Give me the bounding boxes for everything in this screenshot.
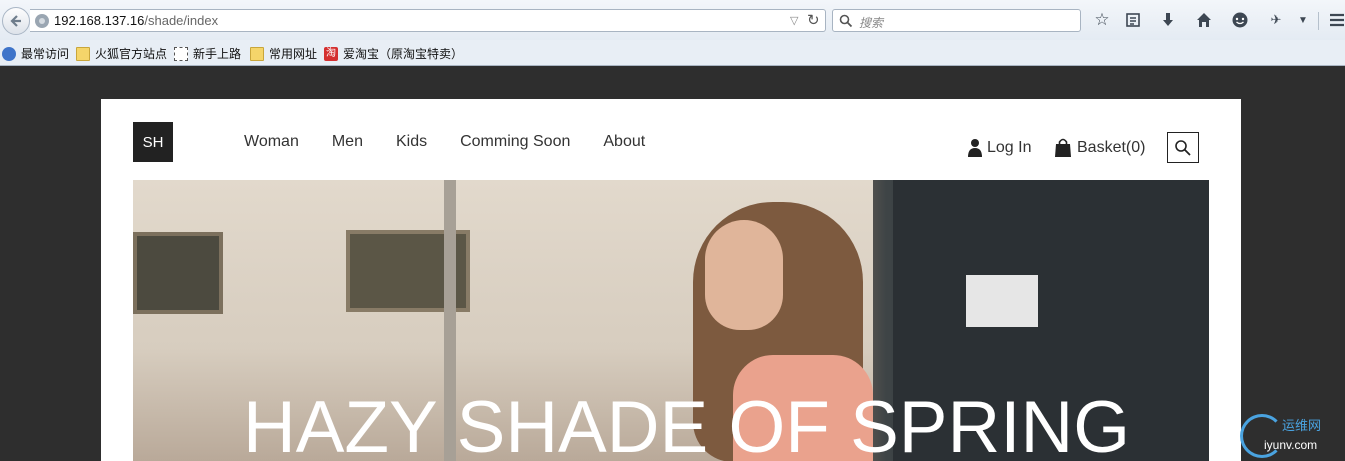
menu-icon[interactable] [1327, 10, 1345, 30]
folder-icon [250, 46, 264, 61]
extension-dropdown-icon[interactable]: ▼ [1293, 10, 1313, 30]
nav-about[interactable]: About [603, 133, 645, 151]
globe-icon [2, 46, 16, 61]
search-icon [1175, 139, 1191, 156]
download-icon[interactable] [1158, 10, 1178, 30]
page-container: SH Woman Men Kids Comming Soon About Log… [101, 99, 1241, 461]
url-path: /shade/index [144, 13, 219, 28]
hero-title: HAZY SHADE OF SPRING [243, 387, 1130, 461]
bookmark-label: 新手上路 [193, 47, 242, 61]
hero-window-left [133, 232, 223, 314]
basket-link[interactable]: Basket(0) [1054, 138, 1145, 157]
search-icon [839, 14, 853, 28]
folder-icon [76, 46, 90, 61]
main-nav: Woman Men Kids Comming Soon About [244, 133, 645, 151]
shopping-bag-icon [1055, 138, 1071, 157]
hero-sign [966, 275, 1038, 327]
chat-icon[interactable] [1230, 10, 1250, 30]
bookmark-label: 火狐官方站点 [95, 47, 168, 61]
login-label: Log In [987, 138, 1032, 156]
user-icon [968, 139, 982, 157]
basket-label: Basket(0) [1077, 138, 1146, 156]
login-link[interactable]: Log In [968, 138, 1031, 157]
hero-banner: HAZY SHADE OF SPRING [133, 180, 1209, 461]
extension-icon[interactable]: ✈ [1266, 10, 1286, 30]
site-identity-icon[interactable] [35, 14, 49, 28]
url-text[interactable]: 192.168.137.16/shade/index [54, 13, 218, 28]
reading-list-icon[interactable] [1123, 10, 1143, 30]
reload-icon[interactable]: ↻ [807, 11, 820, 29]
bookmark-label: 爱淘宝（原淘宝特卖） [343, 47, 464, 61]
watermark-en: iyunv.com [1264, 438, 1318, 452]
search-placeholder: 搜索 [859, 16, 884, 30]
hero-model-face [705, 220, 783, 330]
browser-search-input[interactable]: 搜索 [832, 9, 1081, 32]
bookmark-star-icon[interactable]: ☆ [1092, 10, 1112, 30]
bookmark-taobao[interactable]: 淘 爱淘宝（原淘宝特卖） [324, 45, 463, 62]
url-history-dropdown-icon[interactable]: ▽ [790, 14, 798, 27]
nav-coming-soon[interactable]: Comming Soon [460, 133, 570, 151]
toolbar-separator [1318, 12, 1319, 30]
bookmark-label: 最常访问 [21, 47, 70, 61]
browser-toolbar: 192.168.137.16/shade/index ▽ ↻ 搜索 ☆ ✈ ▼ [0, 0, 1345, 40]
nav-kids[interactable]: Kids [396, 133, 427, 151]
url-host: 192.168.137.16 [54, 13, 145, 28]
nav-men[interactable]: Men [332, 133, 363, 151]
bookmark-label: 常用网址 [269, 47, 318, 61]
bookmark-common-sites[interactable]: 常用网址 [250, 45, 317, 62]
dotted-page-icon [174, 46, 188, 61]
nav-woman[interactable]: Woman [244, 133, 299, 151]
bookmark-most-visited[interactable]: 最常访问 [2, 45, 69, 62]
url-bar[interactable]: 192.168.137.16/shade/index ▽ ↻ [30, 9, 826, 32]
back-button[interactable] [2, 7, 30, 35]
site-search-button[interactable] [1167, 132, 1199, 163]
site-logo[interactable]: SH [133, 122, 173, 162]
watermark-logo: 运维网 iyunv.com [1240, 412, 1345, 461]
home-icon[interactable] [1194, 10, 1214, 30]
taobao-icon: 淘 [324, 46, 338, 61]
back-arrow-icon [10, 15, 21, 27]
bookmark-getting-started[interactable]: 新手上路 [174, 45, 241, 62]
bookmarks-bar: 最常访问 火狐官方站点 新手上路 常用网址 淘 爱淘宝（原淘宝特卖） [0, 40, 1345, 66]
watermark-cn: 运维网 [1282, 418, 1322, 433]
bookmark-firefox-site[interactable]: 火狐官方站点 [76, 45, 167, 62]
